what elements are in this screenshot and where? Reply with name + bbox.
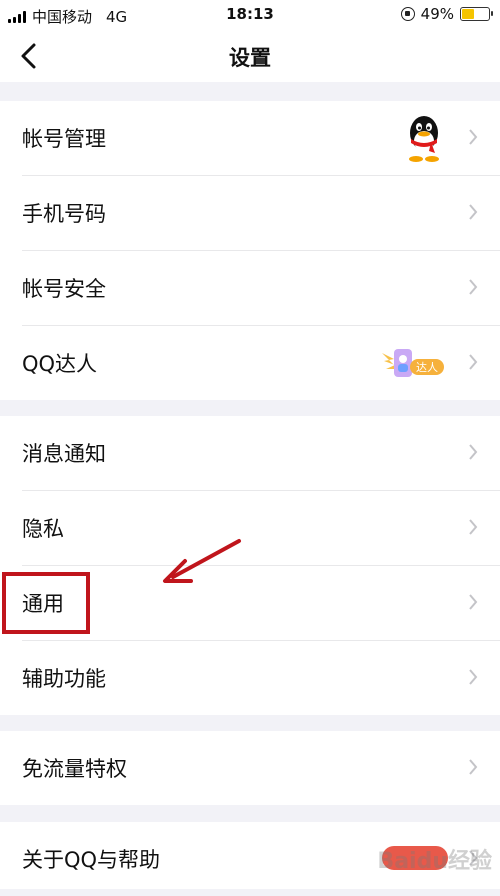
- chevron-right-icon: [469, 669, 478, 685]
- chevron-right-icon: [469, 444, 478, 460]
- settings-item-account-security[interactable]: 帐号安全: [22, 251, 500, 326]
- chevron-right-icon: [469, 759, 478, 775]
- chevron-right-icon: [469, 519, 478, 535]
- status-bar: 中国移动 4G 18:13 49%: [0, 0, 500, 30]
- rotation-lock-icon: [400, 7, 415, 21]
- settings-item-free-data[interactable]: 免流量特权: [22, 731, 500, 805]
- settings-item-accessibility[interactable]: 辅助功能: [22, 641, 500, 715]
- item-label: 免流量特权: [22, 757, 127, 781]
- item-label: 帐号管理: [22, 127, 106, 151]
- chevron-right-icon: [469, 204, 478, 220]
- settings-item-qq-daren[interactable]: QQ达人 达人: [22, 326, 500, 400]
- settings-item-phone-number[interactable]: 手机号码: [22, 176, 500, 251]
- chevron-right-icon: [469, 354, 478, 370]
- item-label: 手机号码: [22, 202, 106, 226]
- nav-bar: 设置: [0, 30, 500, 82]
- status-right: 49%: [400, 5, 493, 23]
- item-label: 辅助功能: [22, 667, 106, 691]
- settings-group-data: 免流量特权: [0, 731, 500, 805]
- page-title: 设置: [229, 46, 271, 70]
- settings-group-account: 帐号管理 手机号码 帐号安全 QQ达人 达人: [0, 101, 500, 400]
- settings-item-notifications[interactable]: 消息通知: [22, 416, 500, 491]
- highlight-box-annotation: [2, 572, 90, 634]
- item-label: QQ达人: [22, 352, 98, 376]
- badge-text: 达人: [416, 361, 438, 374]
- item-label: 帐号安全: [22, 277, 106, 301]
- settings-group-general: 消息通知 隐私 通用 辅助功能: [0, 416, 500, 715]
- settings-item-general[interactable]: 通用: [22, 566, 500, 641]
- arrow-annotation-icon: [163, 539, 241, 583]
- watermark: Baidu经验: [377, 849, 492, 874]
- chevron-right-icon: [469, 129, 478, 145]
- chevron-right-icon: [469, 279, 478, 295]
- settings-item-privacy[interactable]: 隐私: [22, 491, 500, 566]
- battery-fill: [462, 9, 474, 19]
- item-label: 消息通知: [22, 442, 106, 466]
- chevron-right-icon: [469, 594, 478, 610]
- qq-penguin-icon: [409, 116, 439, 162]
- qq-daren-badge-icon: 达人: [382, 349, 444, 377]
- battery-percent: 49%: [420, 5, 454, 23]
- item-label: 关于QQ与帮助: [22, 848, 161, 872]
- battery-icon: [460, 7, 493, 21]
- item-label: 隐私: [22, 517, 64, 541]
- settings-item-account-management[interactable]: 帐号管理: [22, 101, 500, 176]
